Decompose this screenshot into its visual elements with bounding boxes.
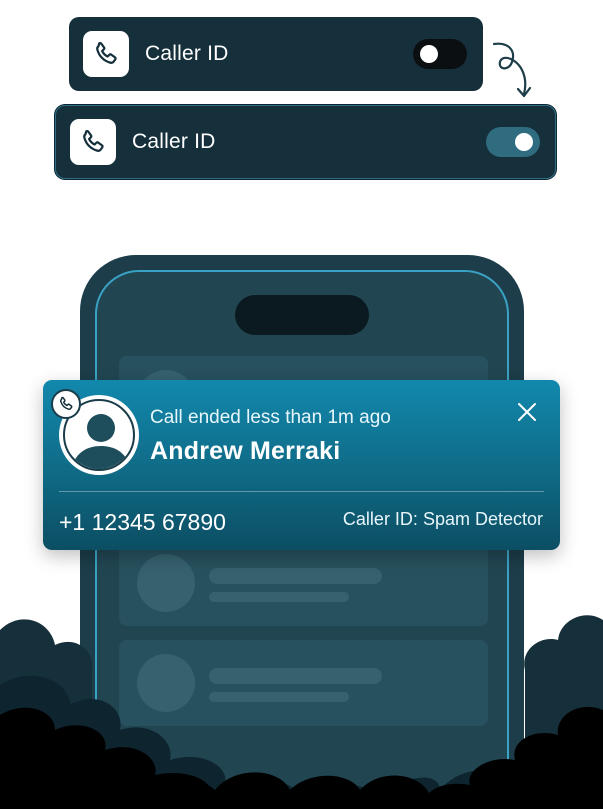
call-status-text: Call ended less than 1m ago: [150, 407, 391, 428]
divider: [59, 491, 544, 492]
caller-id-toggle-card-off: Caller ID: [69, 17, 483, 91]
caller-id-label: Caller ID: [145, 42, 229, 65]
caller-id-toggle-card-on: Caller ID: [55, 105, 556, 179]
caller-phone-number: +1 12345 67890: [59, 509, 226, 535]
toggle-knob: [420, 45, 438, 63]
call-notification[interactable]: Call ended less than 1m ago Andrew Merra…: [43, 380, 560, 550]
curly-arrow-icon: [492, 42, 532, 98]
caller-id-label: Caller ID: [132, 130, 216, 153]
caller-name: Andrew Merraki: [150, 437, 341, 465]
caller-id-toggle-switch-on[interactable]: [486, 127, 540, 157]
caller-id-source: Caller ID: Spam Detector: [342, 509, 543, 529]
phone-dynamic-island: [235, 295, 369, 335]
phone-icon: [70, 119, 116, 165]
phone-icon: [83, 31, 129, 77]
cloud-decoration: [0, 615, 603, 809]
close-icon[interactable]: [514, 399, 540, 425]
toggle-knob: [515, 133, 533, 151]
placeholder-line: [209, 568, 382, 584]
phone-icon: [51, 389, 81, 419]
caller-id-toggle-switch-off[interactable]: [413, 39, 467, 69]
